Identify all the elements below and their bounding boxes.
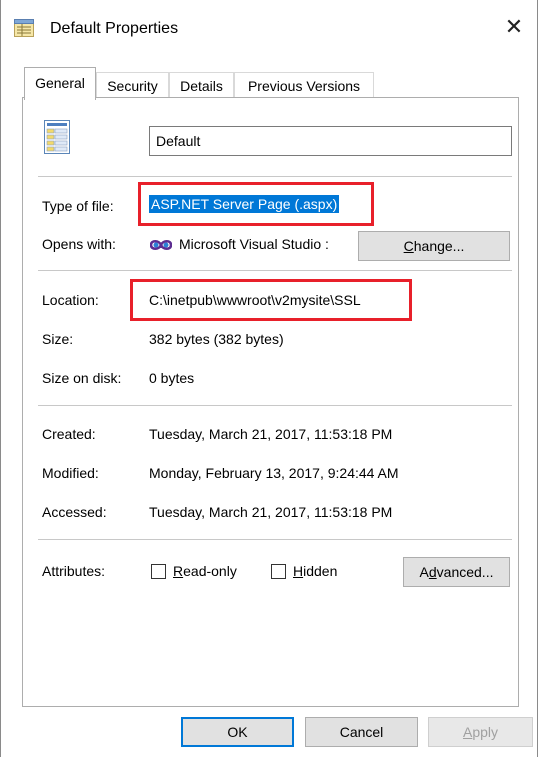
size-label: Size: bbox=[42, 331, 74, 347]
properties-icon bbox=[14, 19, 34, 37]
window-border-left bbox=[0, 0, 1, 757]
tab-security[interactable]: Security bbox=[96, 72, 169, 99]
advanced-button[interactable]: Advanced... bbox=[403, 557, 510, 587]
apply-button[interactable]: Apply bbox=[428, 717, 533, 747]
tab-details[interactable]: Details bbox=[169, 72, 234, 99]
type-of-file-value[interactable]: ASP.NET Server Page (.aspx) bbox=[149, 195, 340, 213]
separator bbox=[38, 176, 512, 177]
created-value[interactable]: Tuesday, March 21, 2017, 11:53:18 PM bbox=[149, 426, 392, 442]
separator bbox=[38, 539, 512, 540]
separator bbox=[38, 405, 512, 406]
hidden-checkbox[interactable] bbox=[271, 564, 286, 579]
size-on-disk-value[interactable]: 0 bytes bbox=[149, 370, 194, 386]
tab-previous-versions[interactable]: Previous Versions bbox=[234, 72, 374, 99]
window-title: Default Properties bbox=[50, 20, 179, 37]
change-button[interactable]: Change... bbox=[358, 231, 510, 261]
file-name-input[interactable]: Default bbox=[149, 126, 512, 156]
cancel-button[interactable]: Cancel bbox=[305, 717, 418, 747]
read-only-checkbox[interactable] bbox=[151, 564, 166, 579]
size-on-disk-label: Size on disk: bbox=[42, 370, 122, 386]
close-button[interactable]: ✕ bbox=[498, 12, 530, 44]
type-of-file-text[interactable]: ASP.NET Server Page (.aspx) bbox=[149, 195, 340, 213]
created-label: Created: bbox=[42, 426, 96, 442]
separator bbox=[38, 270, 512, 271]
read-only-label[interactable]: Read-only bbox=[173, 563, 237, 579]
opens-with-value: Microsoft Visual Studio : bbox=[179, 236, 329, 252]
hidden-label[interactable]: Hidden bbox=[293, 563, 337, 579]
visual-studio-icon bbox=[149, 238, 173, 252]
aspx-file-icon bbox=[44, 120, 70, 154]
ok-button[interactable]: OK bbox=[181, 717, 294, 747]
accessed-value[interactable]: Tuesday, March 21, 2017, 11:53:18 PM bbox=[149, 504, 392, 520]
location-label: Location: bbox=[42, 292, 99, 308]
accessed-label: Accessed: bbox=[42, 504, 107, 520]
modified-value[interactable]: Monday, February 13, 2017, 9:24:44 AM bbox=[149, 465, 399, 481]
opens-with-label: Opens with: bbox=[42, 236, 116, 252]
tab-general[interactable]: General bbox=[24, 67, 96, 100]
size-value[interactable]: 382 bytes (382 bytes) bbox=[149, 331, 284, 347]
close-icon: ✕ bbox=[504, 14, 524, 39]
location-value[interactable]: C:\inetpub\wwwroot\v2mysite\SSL bbox=[149, 292, 361, 308]
attributes-label: Attributes: bbox=[42, 563, 106, 579]
modified-label: Modified: bbox=[42, 465, 99, 481]
type-of-file-label: Type of file: bbox=[42, 198, 114, 214]
